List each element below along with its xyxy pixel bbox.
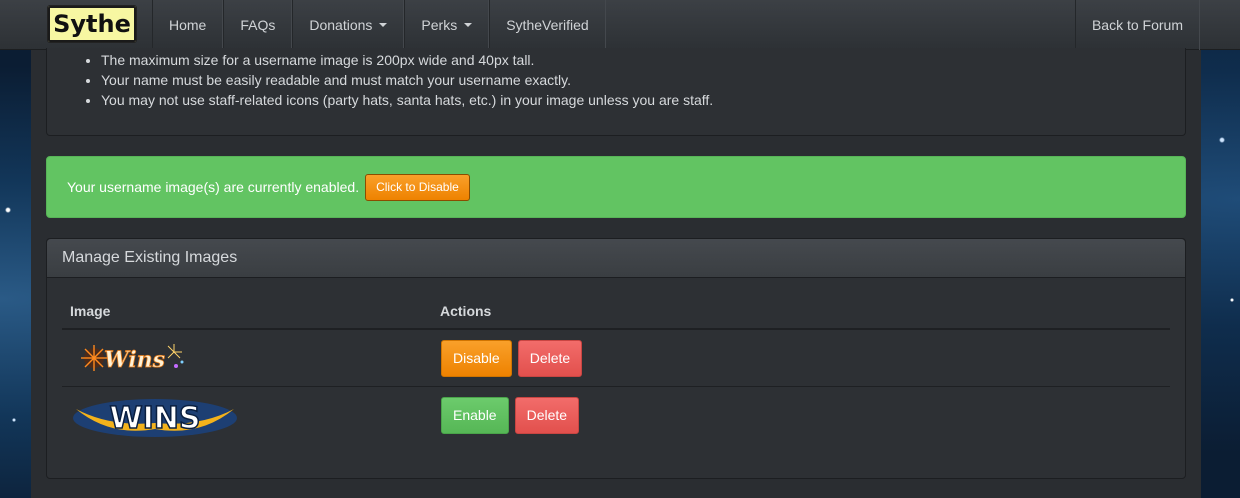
- nav-faqs[interactable]: FAQs: [223, 0, 293, 50]
- rule-item: Your name must be easily readable and mu…: [101, 70, 1185, 90]
- column-header-actions: Actions: [440, 303, 492, 319]
- nav-home-label: Home: [169, 17, 207, 33]
- column-header-image: Image: [70, 303, 111, 319]
- table-row: Wins Disable Delete: [62, 330, 1170, 387]
- back-to-forum-link[interactable]: Back to Forum: [1074, 0, 1200, 50]
- nav-sytheverified-label: SytheVerified: [506, 17, 589, 33]
- nav-donations-dropdown[interactable]: Donations: [292, 0, 405, 50]
- nav-sytheverified[interactable]: SytheVerified: [489, 0, 606, 50]
- panel-title: Manage Existing Images: [47, 239, 1185, 278]
- svg-text:Wins: Wins: [104, 347, 165, 373]
- manage-images-panel: Manage Existing Images Image Actions Win…: [46, 238, 1186, 479]
- nav-menu: Home FAQs Donations Perks SytheVerified: [152, 0, 606, 50]
- status-alert-text: Your username image(s) are currently ena…: [67, 179, 360, 195]
- table-row: WINS Enable Delete: [62, 387, 1170, 444]
- status-alert: Your username image(s) are currently ena…: [46, 156, 1186, 218]
- rule-item: The maximum size for a username image is…: [101, 50, 1185, 70]
- rule-item: You may not use staff-related icons (par…: [101, 90, 1185, 110]
- caret-down-icon: [379, 23, 388, 27]
- table-header: Image Actions: [62, 291, 1170, 330]
- click-to-disable-button[interactable]: Click to Disable: [365, 173, 470, 201]
- svg-text:WINS: WINS: [110, 401, 201, 436]
- rules-panel: The maximum size for a username image is…: [46, 48, 1186, 136]
- row-actions: Disable Delete: [441, 340, 583, 377]
- delete-button[interactable]: Delete: [517, 340, 583, 377]
- nav-donations-label: Donations: [309, 17, 373, 33]
- nav-home[interactable]: Home: [152, 0, 224, 50]
- nav-faqs-label: FAQs: [240, 17, 276, 33]
- username-image-wins-fireworks: Wins: [70, 340, 190, 381]
- sythe-logo[interactable]: Sythe: [48, 6, 136, 42]
- delete-button[interactable]: Delete: [514, 397, 580, 434]
- rules-list: The maximum size for a username image is…: [47, 48, 1185, 110]
- main-content: The maximum size for a username image is…: [31, 48, 1201, 498]
- nav-perks-dropdown[interactable]: Perks: [404, 0, 490, 50]
- images-table: Image Actions Wins Disable Delete WINS E…: [62, 291, 1170, 444]
- top-navbar: Sythe Home FAQs Donations Perks SytheVer…: [0, 0, 1240, 50]
- username-image-wins-blue: WINS: [70, 397, 240, 442]
- row-actions: Enable Delete: [441, 397, 580, 434]
- disable-button[interactable]: Disable: [441, 340, 512, 377]
- enable-button[interactable]: Enable: [441, 397, 509, 434]
- caret-down-icon: [464, 23, 473, 27]
- fireworks-wins-image: Wins: [81, 344, 184, 373]
- nav-perks-label: Perks: [421, 17, 458, 33]
- blue-wins-image: WINS: [73, 399, 237, 437]
